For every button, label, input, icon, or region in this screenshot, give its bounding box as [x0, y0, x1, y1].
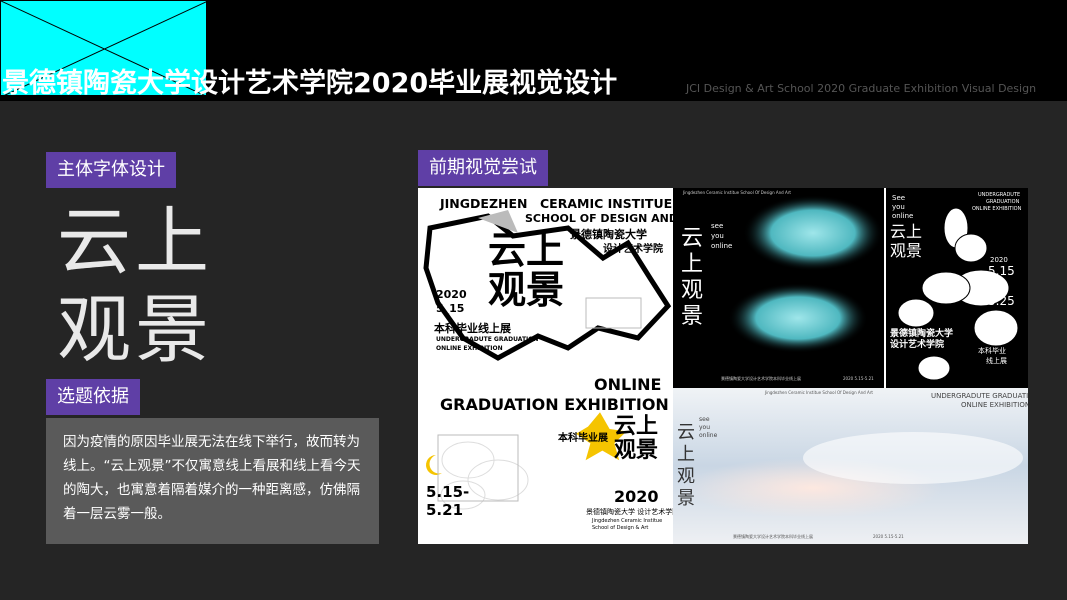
- visual-attempt-tag: 前期视觉尝试: [418, 150, 548, 186]
- poster-2: Jingdezhen Ceramic Institue School Of De…: [673, 188, 884, 388]
- page-title: 景德镇陶瓷大学设计艺术学院2020毕业展视觉设计: [2, 66, 617, 102]
- p2-head: Jingdezhen Ceramic Institue School Of De…: [683, 190, 791, 195]
- p5-en-c: online: [699, 432, 718, 439]
- topic-basis-text: 因为疫情的原因毕业展无法在线下举行，故而转为线上。“云上观景”不仅寓意线上看展和…: [46, 418, 379, 544]
- page-subtitle: JCI Design & Art School 2020 Graduate Ex…: [686, 82, 1037, 95]
- p4-online: ONLINE: [594, 375, 662, 394]
- p1-line1: JINGDEZHEN: [440, 196, 528, 211]
- p5-big: 云上观景: [677, 422, 695, 509]
- p1-cn2: 设计艺术学院: [603, 244, 663, 255]
- p1-date2: 5_15: [436, 302, 465, 315]
- poster-5: Jingdezhen Ceramic Institue School Of De…: [673, 388, 1028, 544]
- p3-cn4: 线上展: [986, 357, 1007, 365]
- p4-year: 2020: [614, 487, 659, 506]
- p3-year: 2020: [990, 256, 1008, 264]
- title-rest: 设计艺术学院2020毕业展视觉设计: [191, 68, 618, 99]
- p5-sky: [673, 388, 1028, 544]
- p1-en3a: UNDERGRADUTE GRADUATION: [436, 336, 539, 343]
- p3-en-a: See: [892, 194, 906, 202]
- p4-big: 云上观景: [614, 414, 659, 463]
- font-design-chars: 云上观景: [57, 199, 213, 373]
- p4-grad: GRADUATION EXHIBITION: [440, 395, 669, 414]
- p3-cn2: 设计艺术学院: [890, 340, 945, 350]
- p4-d2: 5.21: [426, 501, 464, 519]
- p2-foot: 景德镇陶瓷大学设计艺术学院本科毕业线上展: [721, 376, 801, 381]
- p5-date: 2020 5.15-5.21: [873, 534, 904, 539]
- p3-r1: UNDERGRADUTE: [978, 192, 1021, 198]
- p1-line2: SCHOOL OF DESIGN AND ART: [525, 212, 673, 225]
- p1-date1: 2020: [436, 288, 467, 301]
- poster-4: ONLINE GRADUATION EXHIBITION 本科毕业展 云上观景 …: [418, 375, 673, 544]
- p5-head: Jingdezhen Ceramic Institue School Of De…: [765, 390, 873, 395]
- title-highlight: 景德镇陶瓷大学: [2, 68, 191, 99]
- p1-en3b: ONLINE EXHIBITION: [436, 345, 503, 352]
- p5-foot: 景德镇陶瓷大学设计艺术学院本科毕业线上展: [733, 534, 813, 539]
- p3-d1: 5.15: [988, 264, 1015, 278]
- p5-en-b: you: [699, 424, 711, 431]
- poster-3: See you online UNDERGRADUTE GRADUATION O…: [884, 188, 1028, 388]
- poster-1: JINGDEZHEN CERAMIC INSTITUE SCHOOL OF DE…: [418, 188, 673, 375]
- p4-star: 本科毕业展: [558, 433, 608, 444]
- p3-big: 云上观景: [890, 222, 923, 260]
- p5-r2: ONLINE EXHIBITION: [961, 401, 1028, 409]
- p1-cn3: 本科毕业线上展: [434, 322, 511, 335]
- font-design-tag: 主体字体设计: [46, 152, 176, 188]
- p3-en-c: online: [892, 212, 914, 220]
- p3-cn3: 本科毕业: [978, 347, 1006, 355]
- p5-r1: UNDERGRADUTE GRADUATION: [931, 392, 1028, 400]
- poster-grid: JINGDEZHEN CERAMIC INSTITUE SCHOOL OF DE…: [418, 188, 1028, 544]
- p3-d2: 5.25: [988, 294, 1015, 308]
- p4-en2: School of Design & Art: [592, 525, 649, 531]
- p2-en-b: you: [711, 232, 724, 240]
- p5-en-a: see: [699, 416, 710, 423]
- p2-en-c: online: [711, 242, 733, 250]
- p1-big: 云上观景: [488, 228, 565, 312]
- p2-date: 2020 5.15-5.21: [843, 376, 874, 381]
- p4-en1: Jingdezhen Ceramic Institue: [592, 518, 663, 524]
- p3-r2: GRADUATION: [986, 199, 1020, 205]
- p3-r3: ONLINE EXHIBITION: [972, 206, 1022, 212]
- topic-basis-tag: 选题依据: [46, 379, 140, 415]
- p2-en-a: see: [711, 222, 724, 230]
- p4-d1: 5.15-: [426, 483, 470, 501]
- p2-big: 云上观景: [681, 226, 704, 329]
- p4-cn1: 景德镇陶瓷大学 设计艺术学院: [586, 508, 673, 516]
- p3-en-b: you: [892, 203, 905, 211]
- p1-line1b: CERAMIC INSTITUE: [540, 196, 673, 211]
